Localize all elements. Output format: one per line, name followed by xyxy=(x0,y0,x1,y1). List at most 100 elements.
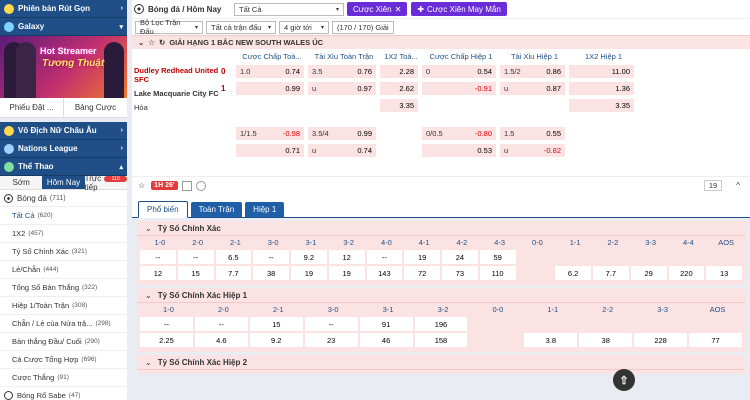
score-odds[interactable]: 15 xyxy=(249,317,303,331)
score-odds[interactable]: 19 xyxy=(291,266,327,280)
star-icon[interactable]: ☆ xyxy=(138,181,145,190)
score-odds[interactable]: 6.2 xyxy=(555,266,591,280)
odds-cell[interactable]: 1/1.5 -0.98 xyxy=(236,127,304,140)
odds-cell[interactable]: 3.35 xyxy=(380,99,418,112)
market-item[interactable]: Cá Cược Tổng Hợp (696) xyxy=(0,351,127,369)
score-odds[interactable]: 38 xyxy=(253,266,289,280)
score-odds[interactable]: 12 xyxy=(328,250,365,264)
sport-football[interactable]: Bóng đá (711) xyxy=(0,190,127,207)
market-item[interactable]: Hiệp 1/Toàn Trận (308) xyxy=(0,297,127,315)
score-odds[interactable]: 77 xyxy=(689,333,742,347)
odds-cell[interactable]: 0 0.54 xyxy=(422,65,496,78)
score-odds[interactable]: 7.7 xyxy=(215,266,252,280)
parlay-button[interactable]: Cược Xiên ✕ xyxy=(347,2,408,16)
score-odds[interactable]: 4.6 xyxy=(194,333,248,347)
score-odds[interactable]: 110 xyxy=(479,266,516,280)
all-matches-select[interactable]: Tất cả trận đấu ▾ xyxy=(206,20,276,34)
bet-slip-tab[interactable]: Phiếu Đặt ... xyxy=(0,98,64,117)
score-odds[interactable]: -- xyxy=(194,317,248,331)
score-odds[interactable]: -- xyxy=(304,317,358,331)
score-odds[interactable]: 3.8 xyxy=(524,333,578,347)
score-odds[interactable]: 13 xyxy=(706,266,742,280)
odds-cell[interactable]: 0.99 xyxy=(236,82,304,95)
score-odds[interactable]: 15 xyxy=(177,266,214,280)
tab-half-1[interactable]: Hiệp 1 xyxy=(245,202,285,217)
panel-title[interactable]: ⌄ Tỷ Số Chính Xác Hiệp 1 xyxy=(137,288,745,303)
score-odds[interactable]: 19 xyxy=(328,266,365,280)
scroll-to-top-button[interactable]: ⇧ xyxy=(613,369,635,391)
score-odds[interactable]: -- xyxy=(253,250,289,264)
odds-cell[interactable]: u 0.87 xyxy=(500,82,565,95)
score-odds[interactable]: -- xyxy=(140,317,193,331)
score-odds[interactable]: 196 xyxy=(414,317,468,331)
odds-cell[interactable]: 1.36 xyxy=(569,82,634,95)
score-odds[interactable]: 59 xyxy=(479,250,516,264)
sports-section[interactable]: Thể Thao ▴ xyxy=(0,158,127,176)
lucky-parlay-button[interactable]: ✚ Cược Xiên May Mắn xyxy=(411,2,507,16)
stats-icon[interactable] xyxy=(181,180,192,191)
nations-league-link[interactable]: Nations League › xyxy=(0,140,127,158)
score-odds[interactable]: 6.5 xyxy=(215,250,252,264)
odds-cell[interactable]: 0/0.5 -0.80 xyxy=(422,127,496,140)
odds-cell[interactable]: u 0.74 xyxy=(308,144,376,157)
odds-cell[interactable]: u -0.82 xyxy=(500,144,565,157)
odds-cell[interactable]: 2.62 xyxy=(380,82,418,95)
tab-today[interactable]: Hôm Nay xyxy=(42,176,85,189)
bet-board-tab[interactable]: Bảng Cược xyxy=(64,98,127,117)
odds-cell[interactable]: 1.5 0.55 xyxy=(500,127,565,140)
odds-cell[interactable]: 1.0 0.74 xyxy=(236,65,304,78)
score-odds[interactable]: 24 xyxy=(442,250,478,264)
odds-cell[interactable]: 1.5/2 0.86 xyxy=(500,65,565,78)
odds-cell[interactable]: -0.91 xyxy=(422,82,496,95)
tab-live[interactable]: Trực tiếp 110 xyxy=(85,174,127,192)
league-refresh-icon[interactable]: ↻ xyxy=(159,38,165,47)
score-odds[interactable]: -- xyxy=(177,250,214,264)
score-odds[interactable]: 9.2 xyxy=(291,250,327,264)
odds-cell[interactable]: 0.53 xyxy=(422,144,496,157)
score-odds[interactable]: 2.25 xyxy=(140,333,193,347)
score-odds[interactable]: 38 xyxy=(579,333,633,347)
score-odds[interactable]: 73 xyxy=(442,266,478,280)
galaxy-link[interactable]: Galaxy ▾ xyxy=(0,18,127,36)
score-odds[interactable]: 91 xyxy=(359,317,413,331)
score-odds[interactable]: 9.2 xyxy=(249,333,303,347)
star-icon[interactable]: ☆ xyxy=(148,38,155,47)
odds-cell[interactable]: 3.5/4 0.99 xyxy=(308,127,376,140)
compact-version-link[interactable]: Phiên bản Rút Gọn › xyxy=(0,0,127,18)
chevron-up-icon[interactable]: ^ xyxy=(736,181,740,190)
score-odds[interactable]: 228 xyxy=(634,333,688,347)
odds-cell[interactable]: 0.71 xyxy=(236,144,304,157)
odds-cell[interactable]: 3.5 0.76 xyxy=(308,65,376,78)
market-item[interactable]: Chẵn / Lẻ của Nửa trậ... (298) xyxy=(0,315,127,333)
score-odds[interactable]: 19 xyxy=(404,250,440,264)
streamer-banner[interactable]: Hot Streamer Tương Thuật xyxy=(0,36,127,98)
panel-title[interactable]: ⌄ Tỷ Số Chính Xác xyxy=(137,221,745,236)
market-item[interactable]: Lẻ/Chẵn (444) xyxy=(0,261,127,279)
score-odds[interactable]: 29 xyxy=(630,266,667,280)
time-range-select[interactable]: 4 giờ tới ▾ xyxy=(279,20,329,34)
score-odds[interactable]: -- xyxy=(140,250,176,264)
league-header[interactable]: ⌄ ☆ ↻ GIẢI HẠNG 1 BẮC NEW SOUTH WALES ÚC xyxy=(132,35,750,49)
market-item[interactable]: Tất Cả (620) xyxy=(0,207,127,225)
score-odds[interactable]: -- xyxy=(366,250,403,264)
score-odds[interactable]: 158 xyxy=(414,333,468,347)
score-odds[interactable]: 12 xyxy=(140,266,176,280)
market-item[interactable]: Cược Thắng (91) xyxy=(0,369,127,387)
market-item[interactable]: 1X2 (457) xyxy=(0,225,127,243)
live-stream-icon[interactable] xyxy=(195,180,206,191)
odds-cell[interactable]: 3.35 xyxy=(569,99,634,112)
odds-cell[interactable]: 2.28 xyxy=(380,65,418,78)
score-odds[interactable]: 72 xyxy=(404,266,440,280)
score-odds[interactable]: 46 xyxy=(359,333,413,347)
market-item[interactable]: Tổng Số Bàn Thắng (322) xyxy=(0,279,127,297)
panel-title[interactable]: ⌄ Tỷ Số Chính Xác Hiệp 2 xyxy=(137,355,745,370)
tab-full-match[interactable]: Toàn Trận xyxy=(190,202,243,217)
market-select[interactable]: Tất Cả ▾ xyxy=(234,2,344,16)
tab-popular[interactable]: Phổ biến xyxy=(138,201,188,218)
score-odds[interactable]: 143 xyxy=(366,266,403,280)
market-item[interactable]: Bóng Rổ Sabe (47) xyxy=(0,387,127,400)
score-odds[interactable]: 220 xyxy=(668,266,705,280)
score-odds[interactable]: 23 xyxy=(304,333,358,347)
league-count-select[interactable]: (170 / 170) Giải xyxy=(332,20,394,34)
odds-cell[interactable]: u 0.97 xyxy=(308,82,376,95)
